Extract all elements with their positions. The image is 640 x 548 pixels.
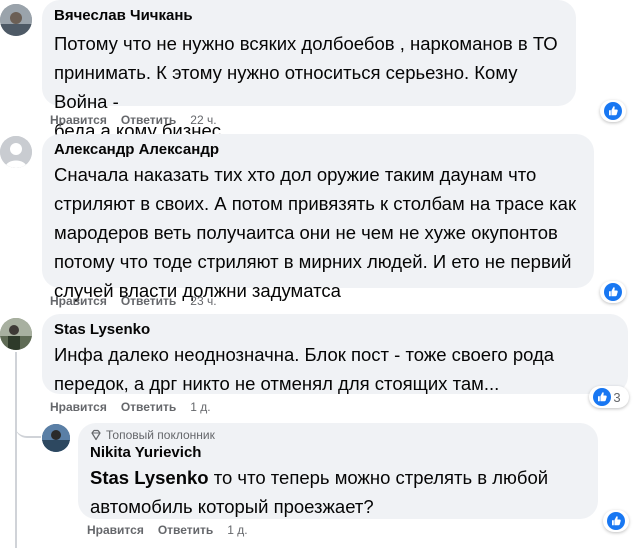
comment-bubble: Вячеслав Чичкань Потому что не нужно вся… <box>42 0 576 141</box>
comment-actions: Нравится Ответить 1 д. <box>50 400 211 414</box>
comment-actions: Нравится Ответить 22 ч. <box>50 113 217 127</box>
timestamp[interactable]: 22 ч. <box>190 113 216 127</box>
reply-avatar[interactable] <box>42 424 70 452</box>
comment-bubble: Stas Lysenko Инфа далеко неоднозначна. Б… <box>42 314 628 394</box>
thread-connector <box>15 420 41 438</box>
reaction-summary[interactable]: 3 <box>589 386 629 408</box>
comment-text: Потому что не нужно всяких долбоебов , н… <box>54 33 558 141</box>
like-icon <box>604 283 622 301</box>
timestamp[interactable]: 1 д. <box>190 400 210 414</box>
reaction-summary[interactable] <box>600 100 626 122</box>
reply-button[interactable]: Ответить <box>121 294 176 308</box>
reply-text: Stas Lysenko то что теперь можно стрелят… <box>90 467 549 517</box>
reply-bubble: Топовый поклонник Nikita Yurievich Stas … <box>78 423 598 519</box>
top-fan-badge: Топовый поклонник <box>90 427 586 443</box>
reply-actions: Нравится Ответить 1 д. <box>87 523 248 537</box>
mention-link[interactable]: Stas Lysenko <box>90 467 209 488</box>
comment-text: Сначала наказать тих хто дол оружие таки… <box>54 164 577 301</box>
reply-author[interactable]: Nikita Yurievich <box>90 443 586 463</box>
timestamp[interactable]: 23 ч. <box>190 294 216 308</box>
avatar-placeholder[interactable] <box>0 136 32 168</box>
like-button[interactable]: Нравится <box>50 400 107 414</box>
reaction-count: 3 <box>613 389 621 405</box>
like-icon <box>593 388 611 406</box>
comment-author[interactable]: Вячеслав Чичкань <box>54 6 564 26</box>
reaction-summary[interactable] <box>600 281 626 303</box>
comment-text: Инфа далеко неоднозначна. Блок пост - то… <box>54 344 555 394</box>
timestamp[interactable]: 1 д. <box>227 523 247 537</box>
comment-actions: Нравится Ответить 23 ч. <box>50 294 217 308</box>
like-icon <box>607 512 625 530</box>
diamond-icon <box>91 429 101 441</box>
comment-author[interactable]: Александр Александр <box>54 140 582 160</box>
reply-button[interactable]: Ответить <box>158 523 213 537</box>
reaction-summary[interactable] <box>603 510 629 532</box>
like-button[interactable]: Нравится <box>50 294 107 308</box>
avatar[interactable] <box>0 318 32 350</box>
reply-button[interactable]: Ответить <box>121 400 176 414</box>
thread-line <box>15 352 17 548</box>
like-button[interactable]: Нравится <box>50 113 107 127</box>
comment-bubble: Александр Александр Сначала наказать тих… <box>42 134 594 301</box>
like-icon <box>604 102 622 120</box>
reply-button[interactable]: Ответить <box>121 113 176 127</box>
comment-author[interactable]: Stas Lysenko <box>54 320 616 340</box>
like-button[interactable]: Нравится <box>87 523 144 537</box>
avatar[interactable] <box>0 4 32 36</box>
